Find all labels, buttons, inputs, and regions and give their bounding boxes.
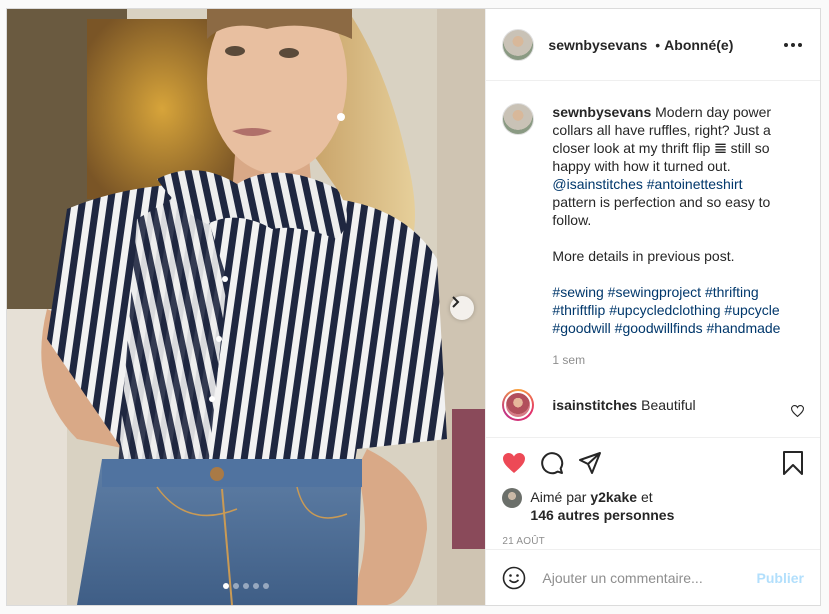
caption: sewnbysevans Modern day power collars al… bbox=[502, 103, 804, 369]
more-options-button[interactable] bbox=[782, 37, 804, 53]
paper-plane-icon bbox=[579, 452, 602, 474]
action-icons bbox=[502, 448, 804, 478]
more-dot bbox=[798, 42, 802, 47]
likes-summary: Aimé par y2kake et 146 autres personnes bbox=[502, 488, 804, 524]
post-date[interactable]: 21 AOÛT bbox=[502, 536, 804, 547]
commenter-avatar[interactable] bbox=[502, 389, 535, 421]
header-separator: • bbox=[655, 36, 661, 53]
author-avatar[interactable] bbox=[502, 28, 535, 61]
hashtag-link[interactable]: #goodwill bbox=[552, 320, 610, 336]
add-comment-bar: Publier bbox=[486, 549, 820, 605]
likes-text: Aimé par y2kake et 146 autres personnes bbox=[530, 488, 674, 524]
caption-paragraph-2: More details in previous post. bbox=[552, 248, 735, 264]
carousel-dot bbox=[243, 583, 250, 589]
carousel-dots bbox=[7, 583, 485, 589]
likes-prefix: Aimé par bbox=[530, 489, 587, 505]
save-button[interactable] bbox=[782, 451, 804, 475]
like-button[interactable] bbox=[502, 452, 526, 474]
commenter-username[interactable]: isainstitches bbox=[552, 397, 637, 413]
carousel-dot bbox=[253, 583, 260, 589]
caption-avatar[interactable] bbox=[502, 103, 535, 135]
carousel-dot bbox=[223, 583, 230, 589]
comment-bubble-icon bbox=[541, 452, 564, 475]
heart-filled-icon bbox=[503, 453, 526, 473]
caption-hashtags: #sewing #sewingproject #thrifting #thrif… bbox=[552, 283, 788, 337]
emoji-smile-icon bbox=[503, 566, 526, 589]
likes-conjunction: et bbox=[640, 489, 653, 505]
more-horizontal-icon bbox=[784, 42, 788, 47]
hashtag-link[interactable]: #upcycledclothing bbox=[609, 302, 720, 318]
caption-timestamp[interactable]: 1 sem bbox=[552, 351, 788, 369]
hashtag-link[interactable]: #sewing bbox=[552, 284, 603, 300]
caption-username[interactable]: sewnbysevans bbox=[552, 104, 651, 120]
post-side-panel: sewnbysevans • Abonné(e) sewnbysevans Mo… bbox=[485, 9, 820, 605]
mention-link[interactable]: @isainstitches bbox=[552, 176, 642, 192]
post-card: sewnbysevans • Abonné(e) sewnbysevans Mo… bbox=[6, 8, 821, 606]
comment-text: Beautiful bbox=[641, 397, 696, 413]
author-username[interactable]: sewnbysevans bbox=[548, 37, 647, 53]
caption-paragraph-1: sewnbysevans Modern day power collars al… bbox=[552, 103, 788, 229]
hashtag-link[interactable]: #sewingproject bbox=[608, 284, 701, 300]
commenter-avatar-image bbox=[504, 391, 533, 419]
likes-others-link[interactable]: 146 autres personnes bbox=[530, 507, 674, 523]
hashtag-link[interactable]: #thrifting bbox=[705, 284, 759, 300]
caption-text-2: pattern is perfection and so easy to fol… bbox=[552, 194, 771, 228]
post-header: sewnbysevans • Abonné(e) bbox=[486, 9, 820, 81]
chevron-right-icon bbox=[452, 296, 460, 308]
caption-body: sewnbysevans Modern day power collars al… bbox=[552, 103, 788, 369]
carousel-dot bbox=[263, 583, 270, 589]
more-dot bbox=[791, 42, 795, 47]
follow-status-button[interactable]: Abonné(e) bbox=[664, 37, 733, 53]
carousel-next-button[interactable] bbox=[450, 296, 474, 320]
bookmark-icon bbox=[783, 451, 803, 475]
post-actions: Aimé par y2kake et 146 autres personnes … bbox=[486, 437, 820, 549]
share-button[interactable] bbox=[578, 451, 602, 475]
comment-item: isainstitches Beautiful bbox=[502, 389, 804, 421]
liker-username[interactable]: y2kake bbox=[590, 489, 637, 505]
photo-illustration bbox=[7, 9, 486, 605]
comment-input[interactable] bbox=[542, 569, 757, 586]
comment-like-heart-icon[interactable] bbox=[791, 405, 804, 417]
hashtag-link[interactable]: #handmade bbox=[707, 320, 781, 336]
hashtag-link[interactable]: #goodwillfinds bbox=[615, 320, 703, 336]
hashtag-link[interactable]: #upcycle bbox=[724, 302, 779, 318]
liker-avatar[interactable] bbox=[502, 488, 523, 508]
publish-button[interactable]: Publier bbox=[757, 570, 804, 586]
hashtag-link[interactable]: #thriftflip bbox=[552, 302, 605, 318]
hashtag-link[interactable]: #antoinetteshirt bbox=[647, 176, 743, 192]
comments-area: sewnbysevans Modern day power collars al… bbox=[486, 81, 820, 437]
comment-body: isainstitches Beautiful bbox=[552, 397, 695, 413]
emoji-button[interactable] bbox=[502, 566, 526, 590]
comment-button[interactable] bbox=[540, 451, 564, 475]
post-photo[interactable] bbox=[7, 9, 486, 605]
carousel-dot bbox=[233, 583, 240, 589]
